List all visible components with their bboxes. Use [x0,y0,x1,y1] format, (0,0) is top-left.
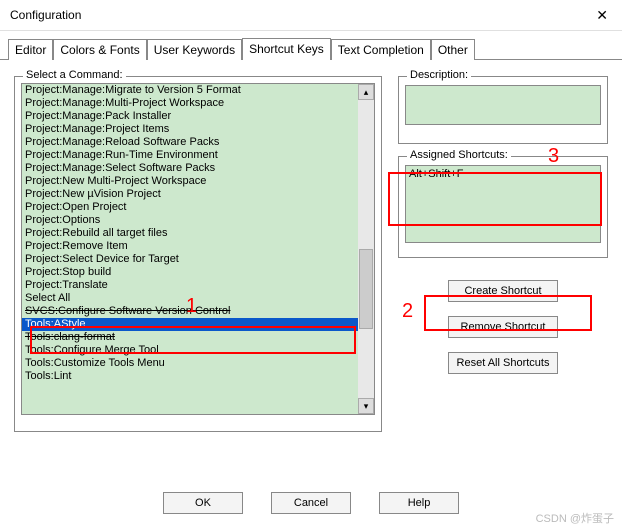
list-item[interactable]: Project:Translate [22,279,358,292]
tab-strip: Editor Colors & Fonts User Keywords Shor… [0,31,622,60]
list-item[interactable]: Project:Select Device for Target [22,253,358,266]
description-box [405,85,601,125]
titlebar: Configuration ✕ [0,0,622,30]
tab-colors-fonts[interactable]: Colors & Fonts [53,39,146,60]
scroll-thumb[interactable] [359,249,373,329]
command-listbox[interactable]: Project:Manage:Migrate to Version 5 Form… [21,83,375,415]
list-item[interactable]: Project:New Multi-Project Workspace [22,175,358,188]
scroll-track[interactable] [358,100,374,398]
list-item[interactable]: Project:Open Project [22,201,358,214]
scrollbar[interactable]: ▴ ▾ [358,84,374,414]
list-item[interactable]: Project:Manage:Project Items [22,123,358,136]
command-group-label: Select a Command: [23,69,126,81]
command-group: Select a Command: Project:Manage:Migrate… [14,76,382,432]
list-item[interactable]: Project:Remove Item [22,240,358,253]
tab-shortcut-keys[interactable]: Shortcut Keys [242,38,331,60]
list-item[interactable]: Project:Rebuild all target files [22,227,358,240]
list-item[interactable]: Project:Manage:Reload Software Packs [22,136,358,149]
scroll-down-icon[interactable]: ▾ [358,398,374,414]
list-item[interactable]: Project:Manage:Run-Time Environment [22,149,358,162]
description-group: Description: [398,76,608,144]
remove-shortcut-button[interactable]: Remove Shortcut [448,316,558,338]
list-item[interactable]: SVCS:Configure Software Version Control [22,305,358,318]
list-item[interactable]: Project:New µVision Project [22,188,358,201]
assigned-shortcut-value[interactable]: Alt+Shift+F [409,168,597,180]
assigned-shortcuts-group: Assigned Shortcuts: Alt+Shift+F [398,156,608,258]
list-item[interactable]: Project:Manage:Multi-Project Workspace [22,97,358,110]
window-title: Configuration [10,8,81,22]
content-area: Select a Command: Project:Manage:Migrate… [0,60,622,452]
assigned-shortcuts-label: Assigned Shortcuts: [407,149,511,161]
list-item[interactable]: Project:Options [22,214,358,227]
list-item[interactable]: Tools:Configure Merge Tool [22,344,358,357]
tab-other[interactable]: Other [431,39,475,60]
reset-all-shortcuts-button[interactable]: Reset All Shortcuts [448,352,559,374]
list-item[interactable]: Tools:Lint [22,370,358,383]
tab-text-completion[interactable]: Text Completion [331,39,431,60]
shortcut-buttons: Create Shortcut Remove Shortcut Reset Al… [398,270,608,374]
dialog-footer: OK Cancel Help [0,484,622,522]
close-icon[interactable]: ✕ [592,7,612,24]
list-item[interactable]: Project:Stop build [22,266,358,279]
list-item[interactable]: Select All [22,292,358,305]
description-label: Description: [407,69,471,81]
list-item[interactable]: Project:Manage:Pack Installer [22,110,358,123]
tab-user-keywords[interactable]: User Keywords [147,39,242,60]
list-item[interactable]: Project:Manage:Migrate to Version 5 Form… [22,84,358,97]
list-item[interactable]: Tools:clang-format [22,331,358,344]
tab-editor[interactable]: Editor [8,39,53,60]
assigned-shortcuts-box[interactable]: Alt+Shift+F [405,165,601,243]
list-item[interactable]: Tools:Customize Tools Menu [22,357,358,370]
cancel-button[interactable]: Cancel [271,492,351,514]
list-item[interactable]: Tools:AStyle [22,318,358,331]
watermark: CSDN @炸蛋子 [536,510,614,526]
help-button[interactable]: Help [379,492,459,514]
ok-button[interactable]: OK [163,492,243,514]
create-shortcut-button[interactable]: Create Shortcut [448,280,558,302]
list-item[interactable]: Project:Manage:Select Software Packs [22,162,358,175]
scroll-up-icon[interactable]: ▴ [358,84,374,100]
